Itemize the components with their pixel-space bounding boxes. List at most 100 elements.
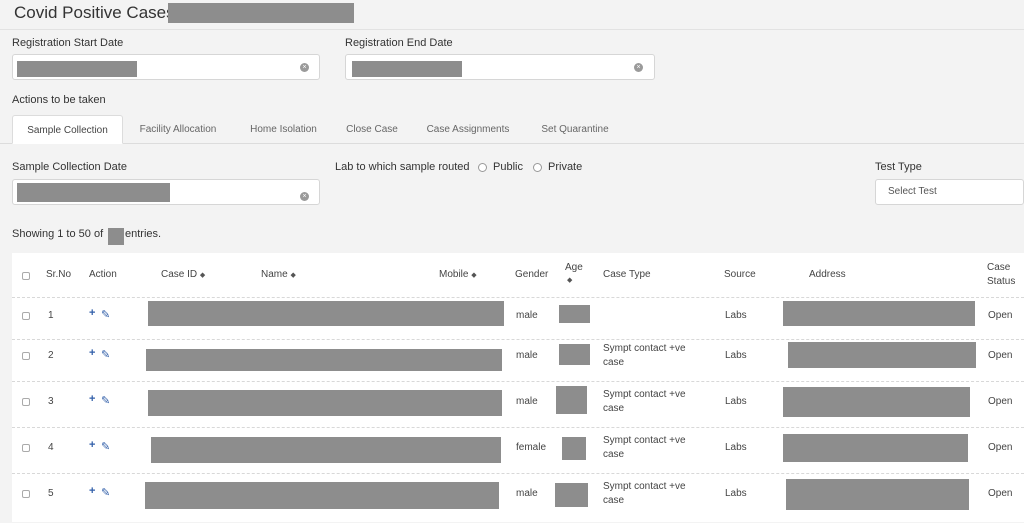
- tab-sample-collection[interactable]: Sample Collection: [12, 115, 123, 144]
- entries-prefix: Showing 1 to 50 of: [12, 228, 104, 240]
- redacted-block: [168, 3, 354, 23]
- redacted-block: [559, 344, 590, 365]
- redacted-block: [788, 342, 976, 368]
- cases-table: Sr.No Action Case ID ◆ Name ◆ Mobile ◆ G…: [12, 253, 1024, 522]
- registration-end-label: Registration End Date: [345, 37, 453, 49]
- add-icon[interactable]: +: [89, 347, 95, 359]
- redacted-block: [148, 301, 504, 326]
- add-icon[interactable]: +: [89, 439, 95, 451]
- redacted-block: [783, 387, 970, 417]
- lab-private-label: Private: [548, 161, 583, 173]
- row-case-type-line1: Sympt contact +ve: [603, 389, 686, 400]
- clear-icon[interactable]: ×: [300, 63, 309, 72]
- edit-icon[interactable]: ✎: [101, 394, 110, 407]
- edit-icon[interactable]: ✎: [101, 486, 110, 499]
- lab-public-label: Public: [493, 161, 523, 173]
- row-checkbox[interactable]: [22, 490, 30, 498]
- tab-close-case[interactable]: Close Case: [338, 115, 406, 144]
- sort-icon[interactable]: ◆: [567, 276, 572, 284]
- row-case-type-line2: case: [603, 449, 625, 460]
- table-row: 2 + ✎ male Sympt contact +ve case Labs O…: [12, 339, 1024, 382]
- registration-start-input[interactable]: ×: [12, 54, 320, 80]
- row-source: Labs: [725, 310, 747, 321]
- row-case-type-line1: Sympt contact +ve: [603, 481, 686, 492]
- sample-collection-date-input[interactable]: ×: [12, 179, 320, 205]
- sort-icon[interactable]: ◆: [290, 272, 295, 279]
- lab-routed-label: Lab to which sample routed: [335, 161, 470, 173]
- header-case-id[interactable]: Case ID ◆: [161, 269, 205, 280]
- row-checkbox[interactable]: [22, 312, 30, 320]
- tab-set-quarantine[interactable]: Set Quarantine: [530, 115, 620, 144]
- tab-case-assignments[interactable]: Case Assignments: [416, 115, 520, 144]
- add-icon[interactable]: +: [89, 393, 95, 405]
- row-source: Labs: [725, 488, 747, 499]
- header-mobile[interactable]: Mobile ◆: [439, 269, 477, 280]
- row-status: Open: [988, 442, 1013, 453]
- header-name-label: Name: [261, 269, 288, 280]
- sort-icon[interactable]: ◆: [471, 272, 476, 279]
- row-gender: male: [516, 396, 538, 407]
- redacted-block: [786, 479, 969, 510]
- redacted-block: [17, 61, 137, 77]
- redacted-block: [146, 349, 502, 371]
- row-srno: 2: [48, 350, 54, 361]
- redacted-block: [562, 437, 586, 460]
- table-row: 3 + ✎ male Sympt contact +ve case Labs O…: [12, 381, 1024, 428]
- header-source: Source: [724, 269, 756, 280]
- header-gender: Gender: [515, 269, 549, 280]
- redacted-block: [556, 386, 587, 414]
- header-case-status-line2: Status: [987, 276, 1016, 287]
- row-gender: female: [516, 442, 547, 453]
- row-case-type-line2: case: [603, 403, 625, 414]
- redacted-block: [148, 390, 502, 416]
- edit-icon[interactable]: ✎: [101, 440, 110, 453]
- row-gender: male: [516, 350, 538, 361]
- redacted-block: [151, 437, 501, 463]
- row-gender: male: [516, 488, 538, 499]
- header-srno: Sr.No: [46, 269, 72, 280]
- test-type-label: Test Type: [875, 161, 922, 173]
- row-case-type-line2: case: [603, 357, 625, 368]
- lab-public-radio[interactable]: [478, 163, 487, 172]
- registration-end-input[interactable]: ×: [345, 54, 655, 80]
- row-status: Open: [988, 396, 1013, 407]
- row-source: Labs: [725, 396, 747, 407]
- header-address: Address: [809, 269, 846, 280]
- table-row: 4 + ✎ female Sympt contact +ve case Labs…: [12, 427, 1024, 474]
- sample-collection-date-label: Sample Collection Date: [12, 161, 127, 173]
- row-srno: 5: [48, 488, 54, 499]
- clear-icon[interactable]: ×: [634, 63, 643, 72]
- row-checkbox[interactable]: [22, 352, 30, 360]
- header-action: Action: [89, 269, 117, 280]
- test-type-select[interactable]: Select Test: [875, 179, 1024, 205]
- registration-start-label: Registration Start Date: [12, 37, 124, 49]
- row-checkbox[interactable]: [22, 444, 30, 452]
- header-mobile-label: Mobile: [439, 269, 469, 280]
- add-icon[interactable]: +: [89, 307, 95, 319]
- row-case-type-line1: Sympt contact +ve: [603, 343, 686, 354]
- tab-home-isolation[interactable]: Home Isolation: [238, 115, 329, 144]
- sort-icon[interactable]: ◆: [200, 272, 205, 279]
- row-status: Open: [988, 310, 1013, 321]
- row-status: Open: [988, 488, 1013, 499]
- redacted-block: [783, 301, 975, 326]
- row-source: Labs: [725, 442, 747, 453]
- table-row: 1 + ✎ male Labs Open: [12, 297, 1024, 340]
- header-age: Age: [565, 262, 583, 273]
- header-case-id-label: Case ID: [161, 269, 198, 280]
- redacted-block: [559, 305, 590, 323]
- lab-private-radio[interactable]: [533, 163, 542, 172]
- edit-icon[interactable]: ✎: [101, 308, 110, 321]
- row-status: Open: [988, 350, 1013, 361]
- select-all-checkbox[interactable]: [22, 272, 30, 280]
- redacted-block: [783, 434, 968, 462]
- redacted-block: [145, 482, 499, 509]
- row-case-type-line1: Sympt contact +ve: [603, 435, 686, 446]
- edit-icon[interactable]: ✎: [101, 348, 110, 361]
- add-icon[interactable]: +: [89, 485, 95, 497]
- row-srno: 3: [48, 396, 54, 407]
- row-checkbox[interactable]: [22, 398, 30, 406]
- clear-icon[interactable]: ×: [300, 192, 309, 201]
- header-name[interactable]: Name ◆: [261, 269, 296, 280]
- tab-facility-allocation[interactable]: Facility Allocation: [128, 115, 228, 144]
